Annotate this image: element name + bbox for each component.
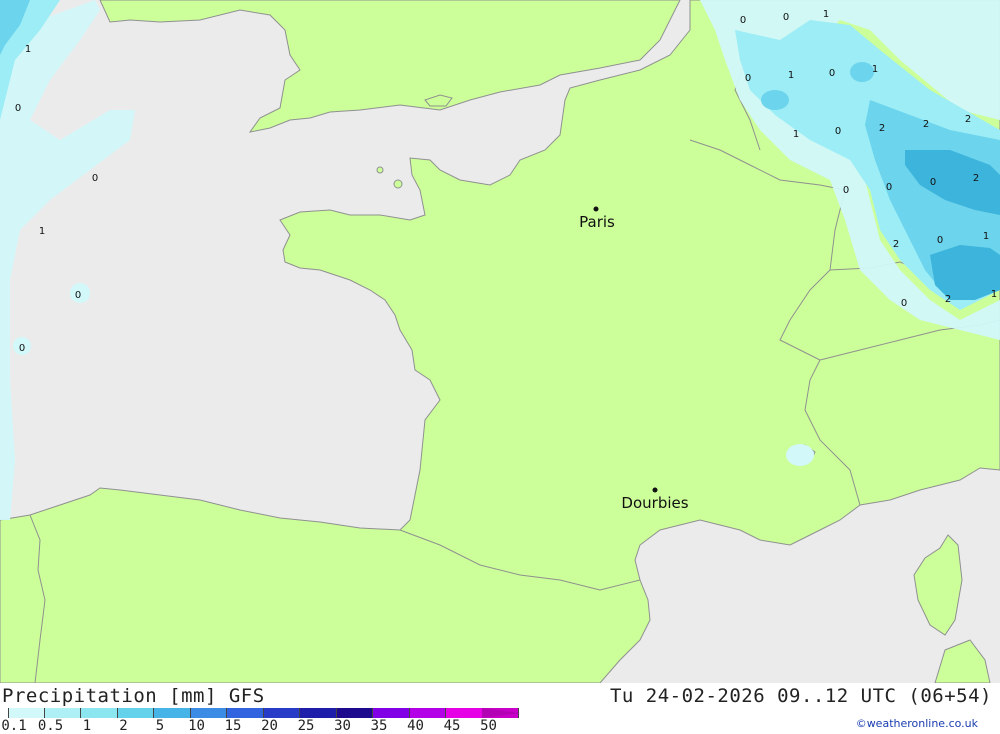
legend-label: 35 bbox=[370, 718, 388, 734]
legend-label: 30 bbox=[334, 718, 351, 734]
legend-swatch bbox=[300, 708, 337, 718]
legend-label: 10 bbox=[188, 718, 205, 734]
precip-amount-label: 0 bbox=[843, 185, 849, 196]
precip-patch bbox=[761, 90, 789, 110]
precip-amount-label: 0 bbox=[745, 73, 751, 84]
precip-patch bbox=[850, 62, 874, 82]
precip-amount-label: 2 bbox=[879, 123, 885, 134]
legend-swatch bbox=[446, 708, 483, 718]
legend-swatch bbox=[8, 708, 45, 718]
precip-amount-label: 1 bbox=[872, 64, 878, 75]
precip-amount-label: 1 bbox=[39, 226, 45, 237]
legend-swatch bbox=[409, 708, 446, 718]
land-jersey bbox=[393, 179, 403, 189]
precip-amount-label: 1 bbox=[788, 70, 794, 81]
legend-swatch bbox=[117, 708, 154, 718]
precip-amount-label: 1 bbox=[25, 44, 31, 55]
city-dot bbox=[652, 487, 658, 493]
legend-label: 50 bbox=[480, 718, 497, 734]
city-dot bbox=[593, 206, 599, 212]
precip-amount-label: 0 bbox=[886, 182, 892, 193]
legend-label: 0.1 bbox=[1, 718, 27, 734]
legend-overflow-arrow bbox=[482, 708, 520, 718]
legend-swatch bbox=[263, 708, 300, 718]
city-label: Dourbies bbox=[621, 494, 688, 512]
precip-amount-label: 2 bbox=[923, 119, 929, 130]
precip-amount-label: 0 bbox=[937, 235, 943, 246]
legend-label: 20 bbox=[261, 718, 278, 734]
precip-amount-label: 0 bbox=[901, 298, 907, 309]
credit-link[interactable]: ©weatheronline.co.uk bbox=[856, 717, 978, 730]
precip-amount-label: 2 bbox=[973, 173, 979, 184]
legend-label: 40 bbox=[407, 718, 424, 734]
precipitation-map[interactable]: 1 0 0 1 0 0 0 0 1 0 1 0 1 1 0 2 2 2 0 0 2 0 2 0 1 0 2 1 Paris Dourb… bbox=[0, 0, 1000, 683]
city-label: Paris bbox=[579, 213, 615, 231]
precip-amount-label: 0 bbox=[783, 12, 789, 23]
precip-amount-label: 0 bbox=[75, 290, 81, 301]
legend-label: 0.5 bbox=[37, 718, 64, 734]
precip-amount-label: 0 bbox=[92, 173, 98, 184]
precip-amount-label: 1 bbox=[983, 231, 989, 242]
legend-swatch bbox=[373, 708, 410, 718]
precip-amount-label: 1 bbox=[991, 289, 997, 300]
legend-swatch bbox=[336, 708, 373, 718]
precipitation-legend bbox=[8, 708, 519, 718]
precip-amount-label: 1 bbox=[823, 9, 829, 20]
land-guernsey bbox=[376, 166, 384, 174]
legend-swatch bbox=[44, 708, 81, 718]
precip-amount-label: 0 bbox=[930, 177, 936, 188]
precip-amount-label: 2 bbox=[893, 239, 899, 250]
precip-patch bbox=[786, 444, 814, 466]
legend-label: 15 bbox=[224, 718, 242, 734]
precip-amount-label: 0 bbox=[19, 343, 25, 354]
precip-amount-label: 0 bbox=[740, 15, 746, 26]
map-title: Precipitation [mm] GFS bbox=[2, 685, 265, 707]
precip-amount-label: 0 bbox=[835, 126, 841, 137]
map-footer: Precipitation [mm] GFS Tu 24-02-2026 09.… bbox=[0, 683, 1000, 734]
precip-amount-label: 0 bbox=[15, 103, 21, 114]
legend-swatch bbox=[190, 708, 227, 718]
legend-labels: 0.1 0.5 1 2 5 10 15 20 25 30 35 40 45 50 bbox=[0, 718, 540, 734]
legend-label: 1 bbox=[82, 718, 92, 734]
legend-swatch bbox=[227, 708, 264, 718]
legend-swatch bbox=[154, 708, 191, 718]
legend-label: 25 bbox=[297, 718, 315, 734]
legend-label: 2 bbox=[119, 718, 128, 734]
legend-label: 5 bbox=[155, 718, 165, 734]
precip-amount-label: 1 bbox=[793, 129, 799, 140]
legend-label: 45 bbox=[443, 718, 461, 734]
valid-time: Tu 24-02-2026 09..12 UTC (06+54) bbox=[609, 685, 992, 707]
precip-amount-label: 0 bbox=[829, 68, 835, 79]
precip-amount-label: 2 bbox=[945, 294, 951, 305]
legend-swatch bbox=[81, 708, 118, 718]
precip-amount-label: 2 bbox=[965, 114, 971, 125]
